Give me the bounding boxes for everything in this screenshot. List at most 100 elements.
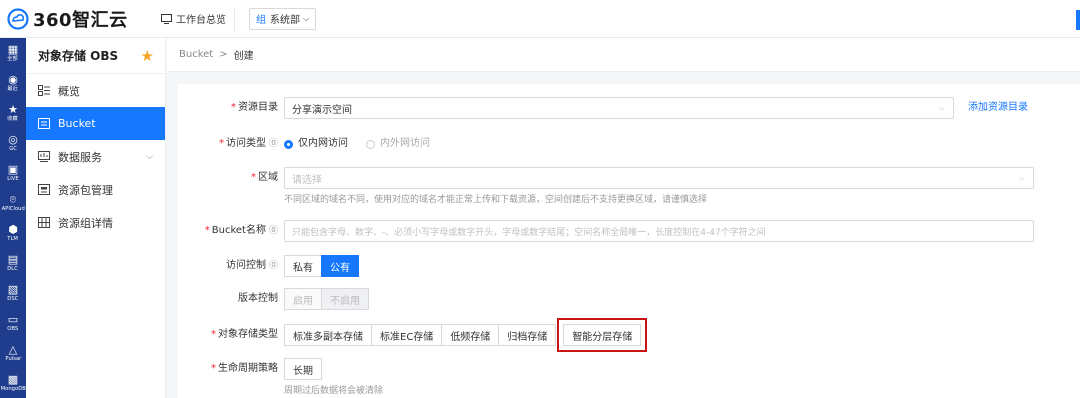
sidebar-item-overview[interactable]: 概览 — [26, 74, 165, 107]
全部-icon: ▦ — [7, 42, 19, 56]
storage-class-label: * 对象存储类型 — [211, 329, 278, 340]
sidebar-item-label: 资源包管理 — [58, 183, 113, 197]
package-icon — [38, 184, 52, 195]
iconbar-label: 最近 — [7, 85, 19, 92]
lifecycle-hint: 周期过后数据将会被清除 — [284, 386, 384, 396]
iconbar-item-最近[interactable]: ◉ 最近 — [0, 68, 26, 98]
lifecycle-row: * 生命周期策略 长期 周期过后数据将会被清除 — [178, 358, 1080, 396]
obs-icon: ▭ — [7, 312, 19, 326]
iconbar-label: DLC — [7, 265, 19, 272]
iconbar-item-收藏[interactable]: ★ 收藏 — [0, 98, 26, 128]
iconbar-label: APICloud — [1, 205, 25, 212]
region-row: * 区域 请选择 ⌵ 不同区域的域名不同，使用对应的域名才能正常上传和下载资源，空… — [178, 167, 1080, 205]
group-mark: 组 — [256, 15, 266, 26]
sidebar-item-label: Bucket — [58, 117, 96, 130]
access-control-label: 访问控制 ⓪ — [225, 260, 278, 271]
region-hint: 不同区域的域名不同，使用对应的域名才能正常上传和下载资源，空间创建后不支持更换区… — [284, 195, 708, 205]
brand-logo[interactable]: 360智汇云 — [7, 6, 145, 32]
service-title: 对象存储 OBS — [38, 49, 119, 63]
dlc-icon: ▤ — [7, 252, 19, 266]
iconbar-label: LIVE — [7, 175, 19, 182]
versioning-enable-button[interactable]: 启用 — [284, 288, 322, 310]
iconbar-item-apicloud[interactable]: ⌾ APICloud — [0, 188, 26, 218]
versioning-row: 版本控制 启用 不启用 — [178, 288, 1080, 310]
iconbar-label: GC — [9, 145, 17, 152]
help-icon: ⓪ — [268, 261, 278, 271]
iconbar-item-dlc[interactable]: ▤ DLC — [0, 248, 26, 278]
group-detail-icon — [38, 217, 52, 228]
lifecycle-label: * 生命周期策略 — [211, 363, 278, 374]
region-placeholder: 请选择 — [292, 174, 322, 186]
收藏-icon: ★ — [8, 102, 18, 116]
workbench-overview-tab[interactable]: 工作台总览 — [153, 6, 235, 31]
iconbar-label: Pulsar — [5, 355, 21, 362]
breadcrumb: Bucket > 创建 — [167, 38, 1080, 72]
iconbar-item-tlm[interactable]: ⬢ TLM — [0, 218, 26, 248]
sidebar-item-group-detail[interactable]: 资源组详情 — [26, 206, 165, 239]
storage-archive-button[interactable]: 归档存储 — [498, 324, 557, 346]
access-public-button[interactable]: 公有 — [321, 255, 359, 277]
radio-unchecked-icon — [366, 139, 375, 149]
sidebar-item-label: 数据服务 — [58, 150, 102, 164]
chevron-down-icon: ⌵ — [146, 151, 153, 162]
bucket-icon — [38, 118, 52, 129]
breadcrumb-parent-link[interactable]: Bucket — [179, 49, 213, 60]
sidebar-item-label: 资源组详情 — [58, 216, 113, 230]
product-icon-bar: ▦ 全部 ◉ 最近 ★ 收藏 ◎ GC ▣ LIVE ⌾ APICloud ⬢ TLM ▤ DLC ▧ DSC ▭ O… — [0, 38, 26, 398]
storage-class-row: * 对象存储类型 标准多副本存储 标准EC存储 低频存储 归档存储 智能分层存储 — [178, 318, 1080, 352]
resource-dir-row: * 资源目录 分享演示空间 ⌵ 添加资源目录 — [178, 97, 1080, 119]
sidebar-item-label: 概览 — [58, 84, 80, 98]
bucket-name-label: * Bucket名称 ⓪ — [204, 225, 278, 236]
storage-standard-replica-button[interactable]: 标准多副本存储 — [284, 324, 372, 346]
cloud-logo-icon — [7, 7, 29, 30]
iconbar-label: DSC — [7, 295, 19, 302]
versioning-label: 版本控制 — [238, 293, 278, 304]
resource-dir-value: 分享演示空间 — [292, 104, 352, 116]
iconbar-label: TLM — [7, 235, 19, 242]
gc-icon: ◎ — [8, 132, 18, 146]
radio-intranet-only[interactable]: 仅内网访问 — [284, 133, 348, 155]
iconbar-item-mongodb[interactable]: ▩ MongoDB — [0, 368, 26, 398]
radio-intranet-internet[interactable]: 内外网访问 — [366, 133, 430, 155]
overview-icon — [38, 85, 52, 96]
side-menu: 对象存储 OBS ★ 概览 Bucket 数据服务 ⌵ 资源包管理 资源组详情 — [26, 38, 166, 398]
最近-icon: ◉ — [8, 72, 18, 86]
region-select[interactable]: 请选择 ⌵ — [284, 167, 1034, 189]
lifecycle-long-term-button[interactable]: 长期 — [284, 358, 322, 380]
add-resource-dir-link[interactable]: 添加资源目录 — [968, 97, 1028, 119]
chevron-down-icon: ⌵ — [938, 103, 945, 112]
iconbar-item-dsc[interactable]: ▧ DSC — [0, 278, 26, 308]
monitor-icon — [161, 13, 172, 24]
bucket-name-input[interactable]: 只能包含字母、数字、-、必须小写字母或数字开头，字母或数字结尾；空间名称全局唯一… — [284, 220, 1034, 242]
chevron-down-icon: ⌵ — [1018, 173, 1025, 182]
storage-intelligent-tiering-button[interactable]: 智能分层存储 — [557, 318, 648, 352]
storage-standard-ec-button[interactable]: 标准EC存储 — [371, 324, 443, 346]
favorite-star-icon[interactable]: ★ — [141, 47, 154, 65]
department-dropdown[interactable]: 组 系统部 ⌵ — [249, 7, 317, 30]
iconbar-item-pulsar[interactable]: △ Pulsar — [0, 338, 26, 368]
access-type-row: * 访问类型 ⓪ 仅内网访问 内外网访问 — [178, 133, 1080, 155]
iconbar-item-live[interactable]: ▣ LIVE — [0, 158, 26, 188]
versioning-disable-button[interactable]: 不启用 — [321, 288, 369, 310]
workbench-label: 工作台总览 — [176, 15, 226, 26]
create-bucket-form: * 资源目录 分享演示空间 ⌵ 添加资源目录 * 访问类型 ⓪ 仅内网访问 内外网访问… — [178, 84, 1080, 398]
sidebar-item-bucket[interactable]: Bucket — [26, 107, 165, 140]
iconbar-item-obs[interactable]: ▭ OBS — [0, 308, 26, 338]
iconbar-label: 收藏 — [7, 115, 19, 122]
access-type-label: * 访问类型 ⓪ — [218, 138, 278, 149]
top-bar: 360智汇云 工作台总览 组 系统部 ⌵ — [0, 0, 1080, 38]
help-icon: ⓪ — [268, 139, 278, 149]
resource-dir-select[interactable]: 分享演示空间 ⌵ — [284, 97, 954, 119]
sidebar-item-data-service[interactable]: 数据服务 ⌵ — [26, 140, 165, 173]
right-edge-accent — [1076, 10, 1080, 30]
iconbar-item-全部[interactable]: ▦ 全部 — [0, 38, 26, 68]
sidebar-item-package[interactable]: 资源包管理 — [26, 173, 165, 206]
mongodb-icon: ▩ — [7, 372, 19, 386]
iconbar-label: 全部 — [7, 55, 19, 62]
storage-infrequent-button[interactable]: 低频存储 — [441, 324, 500, 346]
breadcrumb-current: 创建 — [233, 51, 254, 62]
iconbar-item-gc[interactable]: ◎ GC — [0, 128, 26, 158]
access-private-button[interactable]: 私有 — [284, 255, 322, 277]
help-icon: ⓪ — [268, 226, 278, 236]
access-control-row: 访问控制 ⓪ 私有 公有 — [178, 255, 1080, 277]
